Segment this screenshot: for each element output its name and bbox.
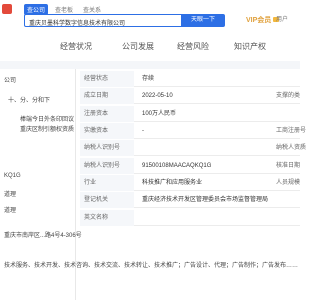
row-value: 100万人民币 [142, 111, 177, 117]
section-nav: 经营状况 公司发展 经营风险 知识产权 [0, 38, 300, 56]
row-label: 实缴资本 [80, 123, 134, 139]
row-label: 经营状态 [80, 71, 134, 87]
table-row: 纳税人识别号 91500108MAACAQKQ1G 核准日期 [80, 158, 300, 174]
search-button[interactable]: 天眼一下 [181, 14, 225, 27]
tab-business-status[interactable]: 经营状况 [60, 41, 92, 52]
section-divider [0, 61, 300, 69]
row-label: 成立日期 [80, 88, 134, 104]
row-value: 2022-05-10 [142, 93, 173, 99]
table-row: 实缴资本 - 工商注册号 [80, 123, 306, 139]
search-input-value: 重庆贝墨科学数字信息技术有限公司 [29, 21, 126, 27]
company-address: 重庆市南岸区...路4号4-306号 [4, 233, 82, 239]
left-line: 道理 [4, 208, 17, 214]
row-value: 91500108MAACAQKQ1G [142, 163, 212, 169]
left-line: 道理 [4, 192, 17, 198]
company-info-area: 公司 十、分、分和下 棒端今日外条印回议 重庆区制引额权资质 KQ1G 道理 道… [0, 69, 306, 300]
left-line: 重庆区制引额权资质 [20, 127, 75, 133]
vip-member-badge[interactable]: VIP会员 [246, 15, 280, 25]
row-value: 科技推广和应用服务业 [142, 180, 203, 186]
row-right-label: 核准日期 [276, 163, 301, 169]
table-row: 注册资本 100万人民币 [80, 106, 300, 122]
tab-business-risk[interactable]: 经营风险 [177, 41, 209, 52]
search-input[interactable]: 重庆贝墨科学数字信息技术有限公司 [24, 14, 194, 27]
row-value: 存续 [142, 76, 155, 82]
table-row: 成立日期 2022-05-10 支撑的类 [80, 88, 300, 104]
table-row: 纳税人识别号 纳税人资质 [80, 140, 306, 156]
table-row: 行业 科技推广和应用服务业 人员规模 [80, 175, 300, 191]
row-right-label: 人员规模 [276, 180, 301, 186]
row-right-label: 纳税人资质 [276, 145, 307, 151]
row-label: 行业 [80, 175, 134, 191]
table-row: 经营状态 存续 [80, 71, 300, 87]
row-label: 注册资本 [80, 106, 134, 122]
left-line: 十、分、分和下 [8, 98, 51, 104]
vip-label: VIP会员 [246, 17, 272, 24]
row-label: 登记机关 [80, 192, 134, 208]
business-scope: 技术服务、技术开发、技术咨询、技术交流、技术转让、技术推广；广告设计、代理；广告… [4, 263, 299, 269]
user-menu[interactable]: 用户 [276, 14, 288, 23]
table-row: 英文名称 [80, 210, 300, 226]
row-right-label: 工商注册号 [276, 128, 307, 134]
row-label: 纳税人识别号 [80, 140, 134, 156]
logo-icon[interactable] [2, 4, 12, 14]
row-value: 重庆经济技术开发区管理委员会市场监督管理局 [142, 197, 269, 203]
row-right-label: 支撑的类 [276, 93, 301, 99]
left-line: 棒端今日外条印回议 [20, 117, 75, 123]
top-header: 查公司 查老板 查关系 重庆贝墨科学数字信息技术有限公司 天眼一下 VIP会员 … [0, 0, 300, 42]
tab-intellectual-property[interactable]: 知识产权 [234, 41, 266, 52]
table-row: 登记机关 重庆经济技术开发区管理委员会市场监督管理局 [80, 192, 300, 208]
row-value: - [142, 128, 144, 134]
row-label: 英文名称 [80, 210, 134, 226]
row-label: 纳税人识别号 [80, 158, 134, 174]
tab-company-development[interactable]: 公司发展 [122, 41, 154, 52]
left-line: KQ1G [4, 173, 21, 179]
left-line: 公司 [4, 78, 17, 84]
